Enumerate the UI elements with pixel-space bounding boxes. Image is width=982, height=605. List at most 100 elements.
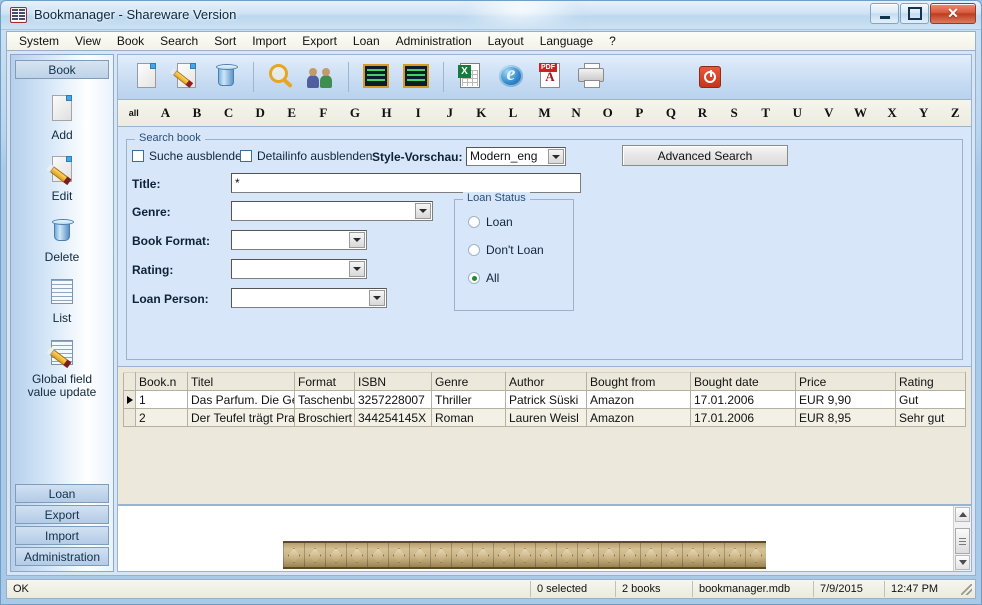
alpha-filter-e[interactable]: E [276, 105, 308, 121]
book-format-select[interactable] [231, 230, 367, 250]
scroll-down-arrow-icon[interactable] [955, 555, 970, 570]
search-button[interactable] [264, 60, 298, 94]
menu-item-loan[interactable]: Loan [345, 32, 388, 50]
edit-document-icon [45, 154, 79, 186]
loan-status-option-dont-loan[interactable]: Don't Loan [468, 243, 544, 257]
menu-item-import[interactable]: Import [244, 32, 294, 50]
alpha-filter-a[interactable]: A [150, 105, 182, 121]
table-row[interactable]: 2 Der Teufel trägt Prad Broschiert 34425… [123, 408, 966, 427]
cell-bought-from: Amazon [586, 390, 691, 409]
alpha-filter-y[interactable]: Y [908, 105, 940, 121]
minimize-button[interactable] [870, 3, 899, 24]
alpha-filter-z[interactable]: Z [939, 105, 971, 121]
menu-item-administration[interactable]: Administration [388, 32, 480, 50]
column-header-bought-date[interactable]: Bought date [690, 372, 796, 391]
book-list-grid[interactable]: Book.n Titel Format ISBN Genre Author Bo… [117, 367, 972, 505]
sidebar-button-administration[interactable]: Administration [15, 547, 109, 566]
column-header-price[interactable]: Price [795, 372, 896, 391]
new-book-button[interactable] [129, 60, 163, 94]
preview-scrollbar[interactable] [953, 506, 971, 571]
column-header-format[interactable]: Format [294, 372, 355, 391]
list-view-button[interactable] [359, 60, 393, 94]
rating-select[interactable] [231, 259, 367, 279]
alpha-filter-r[interactable]: R [687, 105, 719, 121]
sidebar-item-edit[interactable]: Edit [11, 154, 113, 203]
resize-grip-icon[interactable] [959, 582, 973, 596]
alpha-filter-w[interactable]: W [845, 105, 877, 121]
toolbar: X PDFA [117, 54, 972, 100]
alpha-filter-k[interactable]: K [466, 105, 498, 121]
menu-item-view[interactable]: View [67, 32, 109, 50]
search-book-group-legend: Search book [135, 132, 205, 144]
alpha-filter-t[interactable]: T [750, 105, 782, 121]
menu-item-sort[interactable]: Sort [206, 32, 244, 50]
export-pdf-button[interactable]: PDF A [534, 60, 568, 94]
loan-person-select[interactable] [231, 288, 387, 308]
menu-item-export[interactable]: Export [294, 32, 345, 50]
people-button[interactable] [304, 60, 338, 94]
edit-book-button[interactable] [169, 60, 203, 94]
column-header-genre[interactable]: Genre [431, 372, 506, 391]
alpha-filter-f[interactable]: F [308, 105, 340, 121]
alpha-filter-u[interactable]: U [781, 105, 813, 121]
column-header-bought-from[interactable]: Bought from [586, 372, 691, 391]
alpha-filter-i[interactable]: I [402, 105, 434, 121]
sidebar-button-export[interactable]: Export [15, 505, 109, 524]
cell-bought-date: 17.01.2006 [690, 390, 796, 409]
menu-item-language[interactable]: Language [532, 32, 601, 50]
loan-status-option-all[interactable]: All [468, 271, 499, 285]
print-button[interactable] [574, 60, 608, 94]
alpha-filter-h[interactable]: H [371, 105, 403, 121]
menu-item-book[interactable]: Book [109, 32, 152, 50]
column-header-titel[interactable]: Titel [187, 372, 295, 391]
sidebar-button-import[interactable]: Import [15, 526, 109, 545]
sidebar-item-list[interactable]: List [11, 276, 113, 325]
scrollbar-thumb[interactable] [955, 528, 970, 554]
export-excel-button[interactable]: X [454, 60, 488, 94]
alpha-filter-g[interactable]: G [339, 105, 371, 121]
alpha-filter-q[interactable]: Q [655, 105, 687, 121]
maximize-button[interactable] [900, 3, 929, 24]
column-header-rating[interactable]: Rating [895, 372, 966, 391]
advanced-search-button[interactable]: Advanced Search [622, 145, 788, 166]
column-header-book-n[interactable]: Book.n [135, 372, 188, 391]
loan-status-option-loan[interactable]: Loan [468, 215, 513, 229]
alpha-filter-n[interactable]: N [560, 105, 592, 121]
hide-detailinfo-checkbox[interactable]: Detailinfo ausblenden [240, 149, 372, 163]
menu-item-layout[interactable]: Layout [480, 32, 532, 50]
status-bar: OK 0 selected 2 books bookmanager.mdb 7/… [6, 579, 976, 599]
detail-view-button[interactable] [399, 60, 433, 94]
alpha-filter-v[interactable]: V [813, 105, 845, 121]
cell-bought-date: 17.01.2006 [690, 408, 796, 427]
scroll-up-arrow-icon[interactable] [955, 507, 970, 522]
menu-item-help[interactable]: ? [601, 32, 624, 50]
sidebar-item-global-field-value-update[interactable]: Global field value update [11, 337, 113, 399]
sidebar-item-add[interactable]: Add [11, 93, 113, 142]
delete-book-button[interactable] [209, 60, 243, 94]
alpha-filter-s[interactable]: S [718, 105, 750, 121]
sidebar-item-delete[interactable]: Delete [11, 215, 113, 264]
column-header-isbn[interactable]: ISBN [354, 372, 432, 391]
alpha-filter-c[interactable]: C [213, 105, 245, 121]
alpha-filter-m[interactable]: M [529, 105, 561, 121]
alpha-filter-o[interactable]: O [592, 105, 624, 121]
sidebar-button-loan[interactable]: Loan [15, 484, 109, 503]
title-input[interactable]: * [231, 173, 581, 193]
hide-search-checkbox[interactable]: Suche ausblenden [132, 149, 248, 163]
column-header-author[interactable]: Author [505, 372, 587, 391]
close-button[interactable]: ✕ [930, 3, 976, 24]
table-row[interactable]: 1 Das Parfum. Die Gesc Taschenbu 3257228… [123, 390, 966, 409]
style-preview-select[interactable]: Modern_eng [466, 147, 566, 166]
alpha-filter-p[interactable]: P [624, 105, 656, 121]
alpha-filter-b[interactable]: B [181, 105, 213, 121]
alpha-filter-x[interactable]: X [876, 105, 908, 121]
menu-item-system[interactable]: System [11, 32, 67, 50]
menu-item-search[interactable]: Search [152, 32, 206, 50]
export-html-button[interactable] [494, 60, 528, 94]
alpha-filter-all[interactable]: all [118, 108, 150, 118]
alpha-filter-d[interactable]: D [244, 105, 276, 121]
exit-button[interactable] [693, 60, 727, 94]
genre-select[interactable] [231, 201, 433, 221]
alpha-filter-j[interactable]: J [434, 105, 466, 121]
alpha-filter-l[interactable]: L [497, 105, 529, 121]
